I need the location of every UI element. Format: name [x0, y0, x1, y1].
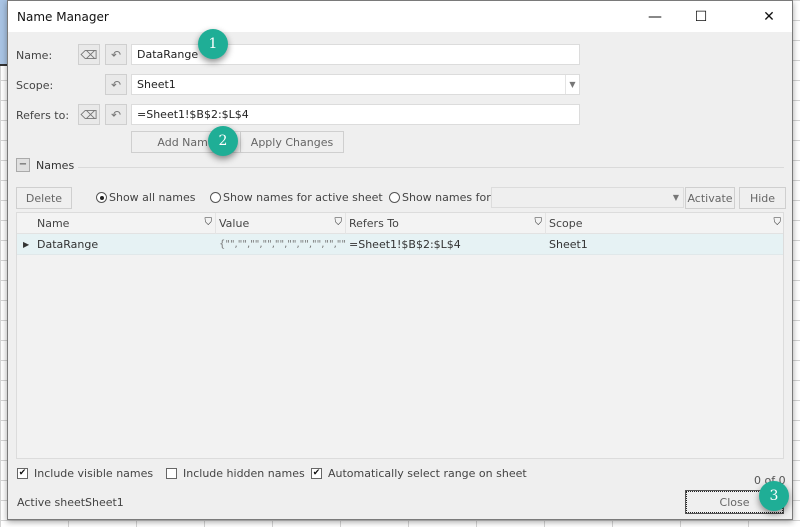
names-section-header: − Names [16, 158, 74, 172]
checkbox-auto-select-range[interactable]: ✔ Automatically select range on sheet [311, 467, 527, 480]
active-sheet-value: Sheet1 [85, 496, 124, 509]
filter-icon[interactable]: ⛉ [535, 217, 543, 228]
radio-show-active-sheet[interactable]: Show names for active sheet [210, 191, 383, 204]
names-table: Name ⛉ Value ⛉ Refers To ⛉ Scope ⛉ ▶ DataRan… [16, 212, 784, 459]
radio-indicator [96, 192, 107, 203]
column-header-refers-to[interactable]: Refers To ⛉ [346, 213, 546, 234]
hide-button[interactable]: Hide [739, 187, 786, 209]
minimize-icon: — [648, 8, 662, 25]
close-window-button[interactable]: ✕ [746, 1, 792, 32]
maximize-button[interactable]: ☐ [678, 1, 724, 32]
check-icon: ✔ [17, 468, 28, 479]
cell-refers-to: =Sheet1!$B$2:$L$4 [349, 238, 461, 251]
collapse-toggle[interactable]: − [16, 158, 30, 172]
checkbox-box [166, 468, 177, 479]
checkbox-include-hidden[interactable]: Include hidden names [166, 467, 305, 480]
radio-show-all[interactable]: Show all names [96, 191, 195, 204]
scope-value: Sheet1 [137, 78, 176, 91]
dialog-title: Name Manager [17, 10, 109, 24]
cell-value: {"","","","","","","","","","","",... [219, 239, 346, 250]
scope-label: Scope: [16, 79, 54, 92]
section-divider [78, 167, 784, 168]
undo-icon: ↶ [110, 107, 122, 122]
refers-to-input[interactable]: =Sheet1!$B$2:$L$4 [131, 104, 580, 125]
radio-show-for[interactable]: Show names for: [389, 191, 494, 204]
row-indicator-icon: ▶ [23, 240, 30, 249]
checkbox-include-visible[interactable]: ✔ Include visible names [17, 467, 153, 480]
undo-refers-button[interactable]: ↶ [105, 104, 127, 125]
names-section-label: Names [36, 158, 75, 172]
name-manager-dialog: Name Manager — ☐ ✕ Name: ⌫ ↶ DataRange S… [7, 0, 793, 520]
undo-icon: ↶ [110, 77, 122, 92]
maximize-icon: ☐ [694, 8, 708, 25]
column-header-scope[interactable]: Scope ⛉ [546, 213, 784, 234]
cell-name: DataRange [37, 238, 99, 251]
filter-icon[interactable]: ⛉ [774, 217, 782, 228]
column-header-name[interactable]: Name ⛉ [34, 213, 216, 234]
filter-icon[interactable]: ⛉ [205, 217, 213, 228]
minimize-button[interactable]: — [632, 1, 678, 32]
delete-button[interactable]: Delete [16, 187, 72, 209]
clear-refers-button[interactable]: ⌫ [78, 104, 100, 125]
name-label: Name: [16, 49, 53, 62]
scope-select[interactable]: Sheet1 ▼ [131, 74, 580, 95]
radio-indicator [389, 192, 400, 203]
table-header: Name ⛉ Value ⛉ Refers To ⛉ Scope ⛉ [17, 213, 783, 234]
refers-to-label: Refers to: [16, 109, 70, 122]
annotation-badge-1: 1 [198, 29, 228, 59]
undo-icon: ↶ [110, 47, 122, 62]
apply-changes-button[interactable]: Apply Changes [240, 131, 344, 153]
check-icon: ✔ [311, 468, 322, 479]
clear-name-button[interactable]: ⌫ [78, 44, 100, 65]
chevron-down-icon[interactable]: ▼ [669, 188, 683, 207]
chevron-down-icon[interactable]: ▼ [565, 75, 579, 94]
undo-scope-button[interactable]: ↶ [105, 74, 127, 95]
undo-name-button[interactable]: ↶ [105, 44, 127, 65]
activate-button[interactable]: Activate [685, 187, 735, 209]
title-bar: Name Manager — ☐ ✕ [8, 1, 792, 32]
filter-icon[interactable]: ⛉ [335, 217, 343, 228]
close-icon: ✕ [763, 8, 775, 25]
table-row[interactable]: ▶ DataRange {"","","","","","","","","",… [17, 234, 783, 255]
eraser-icon: ⌫ [80, 47, 98, 62]
annotation-badge-3: 3 [759, 481, 789, 511]
eraser-icon: ⌫ [80, 107, 98, 122]
column-header-value[interactable]: Value ⛉ [216, 213, 346, 234]
radio-indicator [210, 192, 221, 203]
cell-scope: Sheet1 [549, 238, 588, 251]
show-names-for-select[interactable]: ▼ [491, 187, 684, 208]
active-sheet-label: Active sheet: [17, 496, 89, 509]
annotation-badge-2: 2 [208, 126, 238, 156]
